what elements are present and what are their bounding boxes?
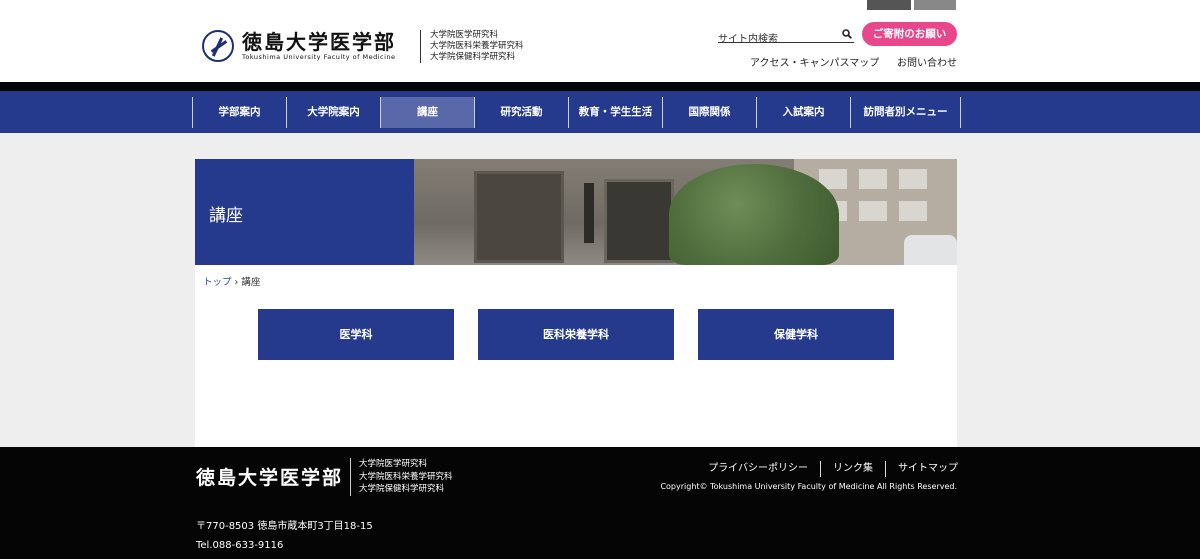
footer-graduate-school-item: 大学院医科栄養学研究科 <box>359 471 453 482</box>
top-utility-strip <box>0 0 1200 10</box>
hero-title-panel: 講座 <box>195 159 414 265</box>
phone-number: Tel.088-633-9116 <box>196 540 284 551</box>
footer-graduate-school-item: 大学院医学研究科 <box>359 459 428 469</box>
footer-address: 〒770-8503 徳島市蔵本町3丁目18-15 Tel.088-633-911… <box>196 517 373 555</box>
copyright: Copyright© Tokushima University Faculty … <box>660 482 957 491</box>
language-japanese-button[interactable] <box>867 0 911 10</box>
footer-graduate-school-item: 大学院保健科学研究科 <box>359 484 445 494</box>
search-input[interactable] <box>718 32 833 47</box>
search-icon[interactable] <box>842 29 852 39</box>
access-map-link[interactable]: アクセス・キャンパスマップ <box>750 54 879 69</box>
nav-item-graduate-guide[interactable]: 大学院案内 <box>286 97 380 128</box>
graduate-school-item: 大学院医科栄養学研究科 <box>430 41 524 51</box>
contact-link[interactable]: お問い合わせ <box>897 54 957 69</box>
breadcrumb-current: 講座 <box>241 277 261 288</box>
site-header: 徳島大学医学部 Tokushima University Faculty of … <box>0 10 1200 82</box>
main-content: 講座 トップ › 講座 医学科 医科栄養学科 保健学科 <box>195 159 957 447</box>
nav-item-education[interactable]: 教育・学生生活 <box>568 97 662 128</box>
hero-building-photo <box>414 159 957 265</box>
sitemap-link[interactable]: サイトマップ <box>885 461 958 477</box>
nav-item-faculty-guide[interactable]: 学部案内 <box>192 97 286 128</box>
utility-links: アクセス・キャンパスマップ お問い合わせ <box>750 54 957 69</box>
department-nutrition-button[interactable]: 医科栄養学科 <box>478 309 674 360</box>
graduate-school-item: 大学院保健科学研究科 <box>430 52 516 62</box>
breadcrumb-home-link[interactable]: トップ <box>203 277 232 288</box>
donate-button[interactable]: ご寄附のお願い <box>862 22 957 46</box>
department-health-sciences-button[interactable]: 保健学科 <box>698 309 894 360</box>
graduate-school-item: 大学院医学研究科 <box>430 30 499 40</box>
university-emblem-icon <box>202 30 234 62</box>
footer-graduate-school-list: 大学院医学研究科 大学院医科栄養学研究科 大学院保健科学研究科 <box>350 458 453 496</box>
global-nav: 学部案内 大学院案内 講座 研究活動 教育・学生生活 国際関係 入試案内 訪問者… <box>0 91 1200 133</box>
breadcrumb: トップ › 講座 <box>203 274 260 288</box>
department-medicine-button[interactable]: 医学科 <box>258 309 454 360</box>
privacy-policy-link[interactable]: プライバシーポリシー <box>708 461 820 477</box>
graduate-school-list: 大学院医学研究科 大学院医科栄養学研究科 大学院保健科学研究科 <box>420 30 524 63</box>
logo-title: 徳島大学医学部 <box>242 29 396 54</box>
postal-address: 〒770-8503 徳島市蔵本町3丁目18-15 <box>196 521 373 532</box>
header-divider <box>0 82 1200 91</box>
site-footer: 徳島大学医学部 大学院医学研究科 大学院医科栄養学研究科 大学院保健科学研究科 … <box>0 447 1200 559</box>
site-search <box>718 27 854 47</box>
breadcrumb-separator: › <box>231 277 242 288</box>
page-title: 講座 <box>209 206 243 226</box>
nav-item-international[interactable]: 国際関係 <box>662 97 756 128</box>
nav-item-visitor-menu[interactable]: 訪問者別メニュー <box>850 97 961 128</box>
language-english-button[interactable] <box>914 0 956 10</box>
nav-item-admissions[interactable]: 入試案内 <box>756 97 850 128</box>
logo-subtitle: Tokushima University Faculty of Medicine <box>242 52 396 61</box>
site-logo[interactable]: 徳島大学医学部 Tokushima University Faculty of … <box>202 30 396 62</box>
nav-item-research[interactable]: 研究活動 <box>474 97 568 128</box>
page-hero: 講座 <box>195 159 957 265</box>
footer-links: プライバシーポリシー リンク集 サイトマップ <box>702 461 958 477</box>
links-page-link[interactable]: リンク集 <box>820 461 885 477</box>
nav-item-departments[interactable]: 講座 <box>380 97 474 128</box>
footer-logo[interactable]: 徳島大学医学部 <box>196 463 343 490</box>
